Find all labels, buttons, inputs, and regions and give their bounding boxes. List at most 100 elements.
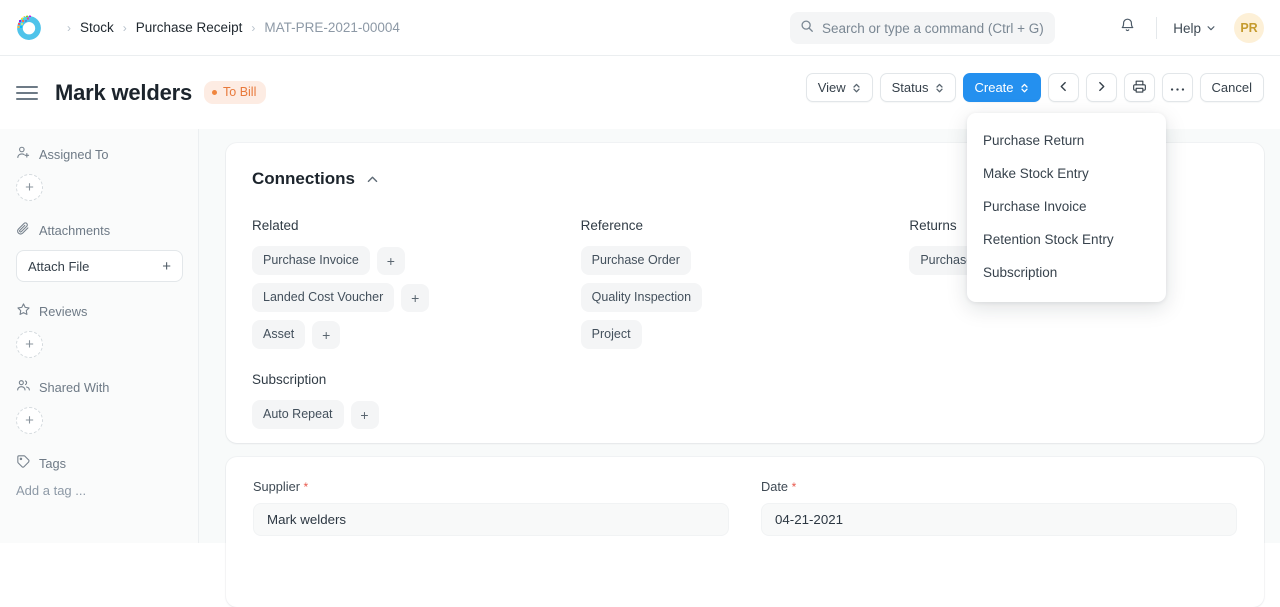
- field-supplier: Supplier * Mark welders: [253, 479, 729, 607]
- previous-document-button[interactable]: [1048, 73, 1079, 102]
- link-chip-quality-inspection[interactable]: Quality Inspection: [581, 283, 702, 312]
- chip-row: Purchase Invoice +: [252, 246, 581, 275]
- link-chip-purchase-order[interactable]: Purchase Order: [581, 246, 691, 275]
- next-document-button[interactable]: [1086, 73, 1117, 102]
- create-dropdown-menu: Purchase Return Make Stock Entry Purchas…: [967, 113, 1166, 302]
- plus-icon: +: [25, 180, 34, 195]
- menu-item-retention-stock-entry[interactable]: Retention Stock Entry: [967, 223, 1166, 256]
- menu-item-subscription[interactable]: Subscription: [967, 256, 1166, 289]
- breadcrumb: › Stock › Purchase Receipt › MAT-PRE-202…: [58, 20, 400, 35]
- add-assignment-button[interactable]: +: [16, 174, 43, 201]
- add-asset-button[interactable]: +: [312, 321, 340, 349]
- paperclip-icon: [16, 221, 31, 239]
- chip-row: Project: [581, 320, 910, 349]
- required-asterisk: *: [304, 480, 309, 494]
- attachments-label: Attachments: [39, 223, 110, 238]
- attach-file-label: Attach File: [28, 259, 89, 274]
- supplier-label-text: Supplier: [253, 479, 300, 494]
- top-navbar: › Stock › Purchase Receipt › MAT-PRE-202…: [0, 0, 1280, 56]
- notifications-button[interactable]: [1110, 11, 1144, 45]
- create-button-label: Create: [975, 80, 1014, 95]
- link-chip-landed-cost-voucher[interactable]: Landed Cost Voucher: [252, 283, 394, 312]
- breadcrumb-item-stock[interactable]: Stock: [80, 20, 114, 35]
- chevron-updown-icon: [1020, 82, 1029, 94]
- link-chip-purchase-invoice[interactable]: Purchase Invoice: [252, 246, 370, 275]
- chevron-right-icon: [1095, 80, 1108, 96]
- more-options-button[interactable]: [1162, 73, 1193, 102]
- column-heading-related: Related: [252, 218, 581, 233]
- status-button-label: Status: [892, 80, 929, 95]
- supplier-input[interactable]: Mark welders: [253, 503, 729, 536]
- breadcrumb-separator: ›: [251, 21, 255, 35]
- details-card: Supplier * Mark welders Date * 04-21-202…: [226, 457, 1264, 607]
- menu-item-purchase-return[interactable]: Purchase Return: [967, 124, 1166, 157]
- add-landed-cost-voucher-button[interactable]: +: [401, 284, 429, 312]
- ellipsis-icon: [1170, 80, 1185, 95]
- avatar-initials: PR: [1240, 21, 1257, 35]
- attachments-header: Attachments: [16, 221, 182, 239]
- assigned-to-label: Assigned To: [39, 147, 108, 162]
- subscription-block: Subscription Auto Repeat +: [252, 372, 581, 429]
- cancel-button-label: Cancel: [1212, 80, 1252, 95]
- status-badge-label: To Bill: [223, 85, 256, 99]
- link-chip-project[interactable]: Project: [581, 320, 642, 349]
- breadcrumb-item-purchase-receipt[interactable]: Purchase Receipt: [136, 20, 243, 35]
- add-auto-repeat-button[interactable]: +: [351, 401, 379, 429]
- sidebar-section-shared-with: Shared With +: [16, 378, 182, 434]
- form-sidebar: Assigned To + Attachments Attach File +: [0, 129, 199, 543]
- page-title: Mark welders: [55, 80, 192, 106]
- date-label: Date *: [761, 479, 1237, 494]
- view-button[interactable]: View: [806, 73, 873, 102]
- shared-with-label: Shared With: [39, 380, 109, 395]
- bell-icon: [1119, 17, 1136, 39]
- field-date: Date * 04-21-2021: [761, 479, 1237, 607]
- search-input[interactable]: [822, 21, 1045, 36]
- page-toolbar: View Status Create: [806, 73, 1264, 102]
- search-bar[interactable]: [790, 12, 1055, 44]
- avatar[interactable]: PR: [1234, 13, 1264, 43]
- create-button[interactable]: Create: [963, 73, 1041, 102]
- connections-title: Connections: [252, 169, 355, 189]
- menu-item-purchase-invoice[interactable]: Purchase Invoice: [967, 190, 1166, 223]
- sidebar-toggle-icon[interactable]: [16, 86, 38, 100]
- sidebar-section-attachments: Attachments Attach File +: [16, 221, 182, 282]
- navbar-divider: [1156, 17, 1157, 39]
- chip-row: Asset +: [252, 320, 581, 349]
- status-button[interactable]: Status: [880, 73, 956, 102]
- chip-row: Landed Cost Voucher +: [252, 283, 581, 312]
- breadcrumb-item-document-id: MAT-PRE-2021-00004: [264, 20, 400, 35]
- print-button[interactable]: [1124, 73, 1155, 102]
- cancel-button[interactable]: Cancel: [1200, 73, 1264, 102]
- frappe-logo[interactable]: [14, 13, 44, 43]
- view-button-label: View: [818, 80, 846, 95]
- link-chip-asset[interactable]: Asset: [252, 320, 305, 349]
- tag-icon: [16, 454, 31, 472]
- help-label: Help: [1173, 21, 1201, 36]
- plus-icon: +: [25, 337, 34, 352]
- add-share-button[interactable]: +: [16, 407, 43, 434]
- search-icon: [800, 19, 814, 38]
- date-input[interactable]: 04-21-2021: [761, 503, 1237, 536]
- date-value: 04-21-2021: [775, 512, 843, 527]
- menu-item-make-stock-entry[interactable]: Make Stock Entry: [967, 157, 1166, 190]
- required-asterisk: *: [792, 480, 797, 494]
- add-tag-input[interactable]: Add a tag ...: [16, 483, 182, 498]
- attach-file-button[interactable]: Attach File +: [16, 250, 183, 282]
- link-chip-auto-repeat[interactable]: Auto Repeat: [252, 400, 344, 429]
- supplier-value: Mark welders: [267, 512, 346, 527]
- add-review-button[interactable]: +: [16, 331, 43, 358]
- sidebar-section-assigned-to: Assigned To +: [16, 145, 182, 201]
- star-icon: [16, 302, 31, 320]
- help-menu-button[interactable]: Help: [1169, 16, 1220, 41]
- breadcrumb-separator: ›: [67, 21, 71, 35]
- chevron-up-icon[interactable]: [366, 173, 379, 186]
- date-label-text: Date: [761, 479, 788, 494]
- sidebar-section-tags: Tags Add a tag ...: [16, 454, 182, 498]
- connections-column-reference: Reference Purchase Order Quality Inspect…: [581, 218, 910, 437]
- supplier-label: Supplier *: [253, 479, 729, 494]
- add-purchase-invoice-button[interactable]: +: [377, 247, 405, 275]
- reviews-header: Reviews: [16, 302, 182, 320]
- status-badge: To Bill: [204, 81, 266, 104]
- chip-row: Purchase Order: [581, 246, 910, 275]
- assigned-to-header: Assigned To: [16, 145, 182, 163]
